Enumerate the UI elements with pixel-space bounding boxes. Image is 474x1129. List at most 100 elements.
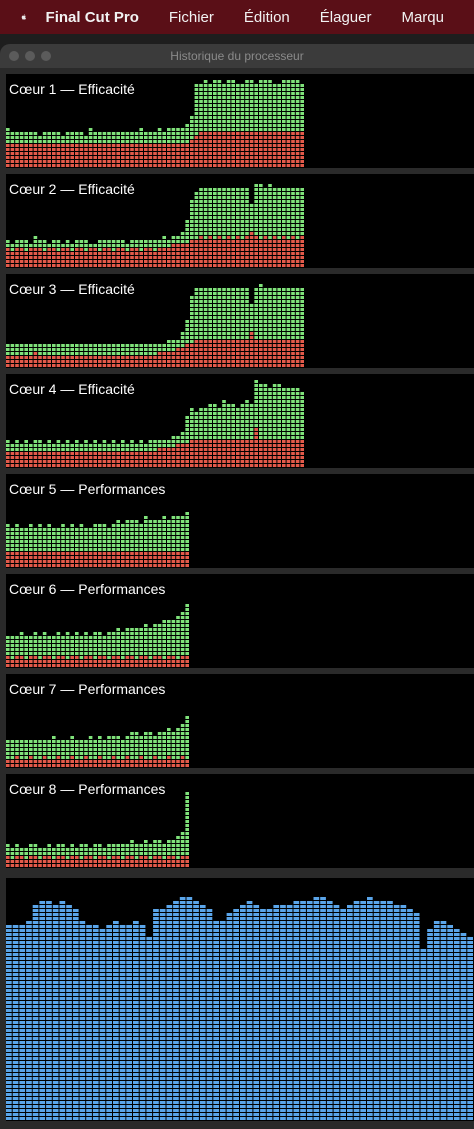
- cpu-column: [79, 844, 84, 867]
- cpu-column: [88, 848, 93, 867]
- cpu-column: [268, 388, 272, 467]
- cpu-column: [15, 740, 19, 767]
- cpu-column: [185, 320, 189, 367]
- cpu-column: [157, 840, 162, 867]
- menu-marqueurs[interactable]: Marqu: [401, 9, 444, 26]
- cpu-column: [47, 636, 51, 667]
- cpu-column: [282, 188, 286, 267]
- gpu-column: [12, 925, 19, 1120]
- core-panel-5: Cœur 5 — Performances: [6, 474, 474, 568]
- cpu-column: [291, 80, 295, 167]
- cpu-column: [15, 344, 19, 367]
- cpu-column: [180, 128, 185, 167]
- gpu-column: [59, 901, 66, 1120]
- cpu-column: [171, 128, 176, 167]
- cpu-column: [88, 128, 93, 167]
- cpu-column: [130, 240, 134, 267]
- cpu-column: [180, 232, 185, 267]
- cpu-column: [125, 844, 130, 867]
- cpu-column: [6, 740, 10, 767]
- cpu-column: [222, 400, 226, 467]
- cpu-column: [226, 288, 231, 367]
- cpu-column: [176, 616, 180, 667]
- cpu-column: [277, 188, 281, 267]
- cpu-column: [203, 188, 208, 267]
- cpu-column: [259, 184, 263, 267]
- cpu-column: [203, 408, 208, 467]
- cpu-column: [148, 628, 153, 667]
- cpu-column: [84, 632, 88, 667]
- cpu-column: [29, 844, 33, 867]
- close-button[interactable]: [9, 51, 19, 61]
- cpu-column: [176, 340, 180, 367]
- cpu-column: [111, 524, 116, 567]
- cpu-column: [272, 84, 277, 167]
- cpu-column: [208, 404, 212, 467]
- cpu-column: [29, 132, 33, 167]
- cpu-column: [272, 188, 277, 267]
- cpu-column: [130, 132, 134, 167]
- cpu-column: [111, 736, 116, 767]
- cpu-column: [277, 384, 281, 467]
- cpu-column: [139, 344, 143, 367]
- cpu-column: [171, 620, 176, 667]
- cpu-column: [29, 636, 33, 667]
- cpu-column: [125, 244, 130, 267]
- gpu-column: [106, 925, 112, 1120]
- menu-bar: Final Cut Pro Fichier Édition Élaguer Ma…: [0, 0, 474, 34]
- gpu-column: [153, 909, 159, 1120]
- cpu-column: [139, 440, 143, 467]
- cpu-column: [102, 132, 107, 167]
- cpu-column: [236, 188, 240, 267]
- cpu-column: [75, 344, 79, 367]
- cpu-column: [29, 444, 33, 467]
- menu-elaguer[interactable]: Élaguer: [320, 9, 372, 26]
- apple-logo-icon[interactable]: [20, 6, 28, 28]
- cpu-column: [176, 836, 180, 867]
- cpu-column: [79, 636, 84, 667]
- cpu-column: [61, 136, 65, 167]
- menu-app-name[interactable]: Final Cut Pro: [46, 9, 139, 26]
- cpu-column: [56, 344, 61, 367]
- cpu-column: [52, 240, 56, 267]
- cpu-column: [61, 444, 65, 467]
- cpu-column: [70, 636, 74, 667]
- gpu-column: [447, 925, 453, 1120]
- menu-fichier[interactable]: Fichier: [169, 9, 214, 26]
- cpu-column: [139, 844, 143, 867]
- cpu-column: [125, 132, 130, 167]
- gpu-column: [159, 909, 166, 1120]
- cpu-column: [42, 848, 47, 867]
- cpu-column: [116, 240, 120, 267]
- cpu-column: [208, 84, 212, 167]
- cpu-column: [130, 840, 134, 867]
- cpu-column: [38, 524, 42, 567]
- cpu-column: [98, 524, 102, 567]
- cpu-column: [148, 440, 153, 467]
- cpu-column: [84, 344, 88, 367]
- zoom-button[interactable]: [41, 51, 51, 61]
- cpu-column: [33, 440, 38, 467]
- cpu-column: [79, 132, 84, 167]
- cpu-column: [98, 844, 102, 867]
- cpu-column: [6, 844, 10, 867]
- cpu-column: [277, 84, 281, 167]
- minimize-button[interactable]: [25, 51, 35, 61]
- cpu-column: [139, 736, 143, 767]
- gpu-column: [199, 905, 206, 1120]
- cpu-column: [75, 240, 79, 267]
- cpu-column: [272, 384, 277, 467]
- cpu-column: [176, 516, 180, 567]
- cpu-column: [61, 844, 65, 867]
- window-titlebar[interactable]: Historique du processeur: [0, 44, 474, 68]
- menu-edition[interactable]: Édition: [244, 9, 290, 26]
- cpu-column: [148, 240, 153, 267]
- cpu-column: [84, 136, 88, 167]
- cpu-column: [47, 844, 51, 867]
- cpu-column: [98, 132, 102, 167]
- cpu-column: [194, 84, 199, 167]
- cpu-column: [217, 188, 222, 267]
- cpu-column: [291, 288, 295, 367]
- cpu-column: [153, 736, 157, 767]
- cpu-column: [121, 440, 125, 467]
